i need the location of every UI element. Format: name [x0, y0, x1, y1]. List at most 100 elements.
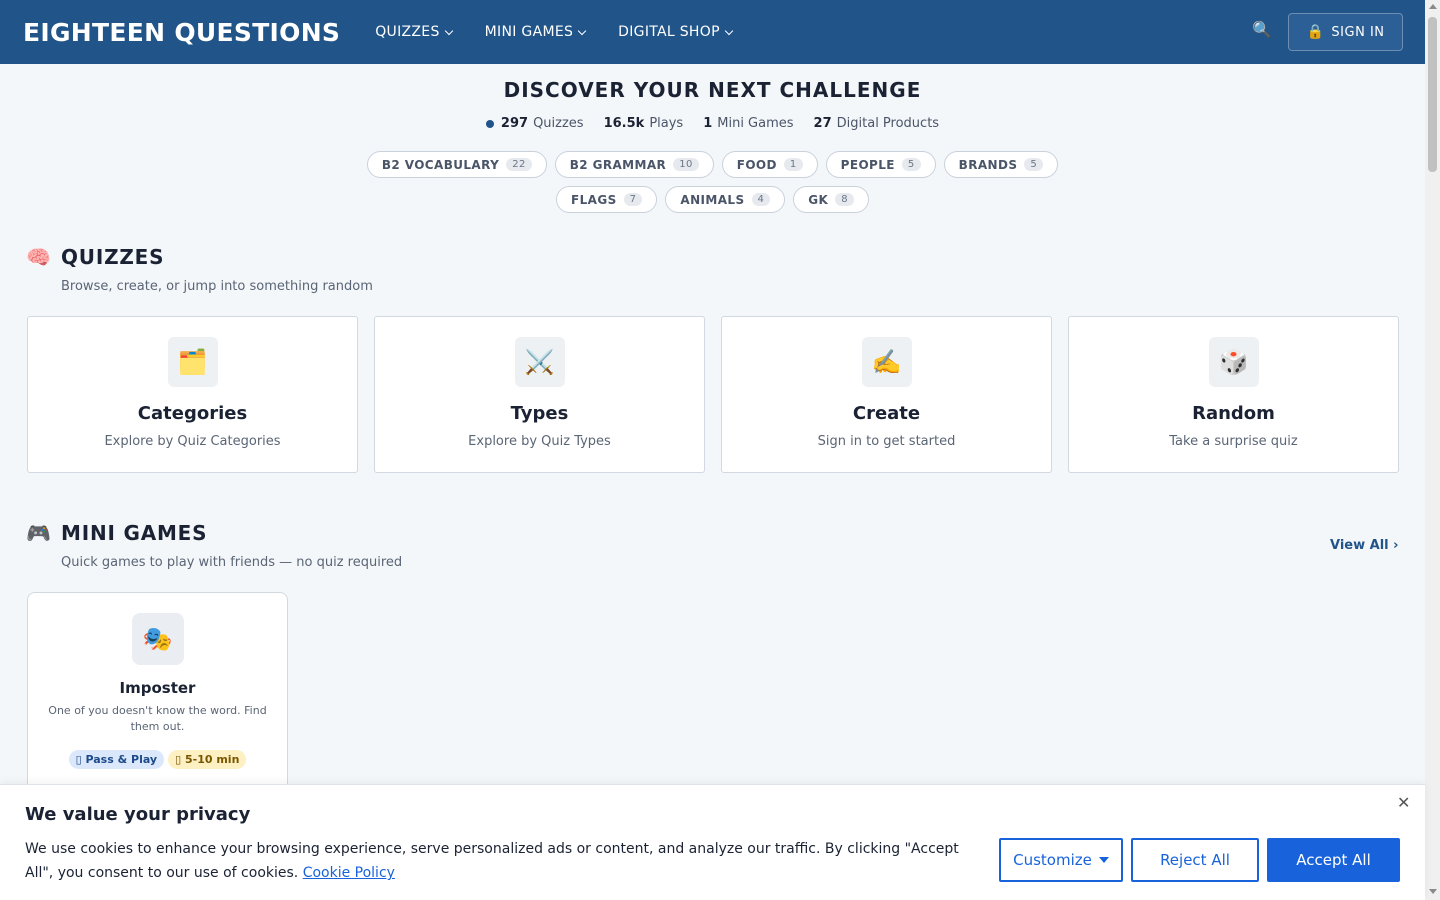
chip-label: BRANDS: [958, 157, 1018, 172]
card-description: Explore by Quiz Categories: [104, 434, 281, 449]
chip-food[interactable]: FOOD 1: [721, 151, 818, 178]
sign-in-button[interactable]: 🔒 SIGN IN: [1288, 13, 1403, 51]
cookie-message-text: We use cookies to enhance your browsing …: [25, 841, 959, 881]
top-navbar: EIGHTEEN QUESTIONS QUIZZES MINI GAMES DI…: [0, 0, 1425, 64]
site-logo[interactable]: EIGHTEEN QUESTIONS: [23, 18, 340, 47]
stat-label: Plays: [649, 116, 684, 131]
card-categories[interactable]: 🗂️ Categories Explore by Quiz Categories: [27, 316, 358, 473]
nav-quizzes-label: QUIZZES: [375, 24, 440, 40]
site-stats: 297 Quizzes 16.5k Plays 1 Mini Games 27 Digi…: [0, 116, 1425, 131]
stat-value: 16.5k: [603, 116, 645, 131]
customize-button[interactable]: Customize: [999, 838, 1123, 882]
scroll-thumb[interactable]: [1428, 17, 1437, 172]
game-title: Imposter: [119, 679, 196, 697]
chip-label: B2 VOCABULARY: [381, 157, 500, 172]
chevron-down-icon: [444, 26, 453, 35]
main-nav: QUIZZES MINI GAMES DIGITAL SHOP: [375, 24, 765, 40]
nav-mini-games-label: MINI GAMES: [484, 24, 574, 40]
gamepad-icon: 🎮: [26, 521, 51, 545]
sign-in-label: SIGN IN: [1331, 24, 1385, 40]
chip-label: GK: [808, 192, 829, 207]
chip-brands[interactable]: BRANDS 5: [943, 151, 1059, 178]
chip-count-badge: 22: [506, 158, 532, 171]
nav-mini-games[interactable]: MINI GAMES: [484, 24, 587, 40]
chip-count-badge: 1: [783, 158, 803, 171]
stat-digital-products: 27 Digital Products: [814, 116, 940, 131]
section-title-mini-games: MINI GAMES: [61, 521, 208, 545]
page-scrollbar[interactable]: [1425, 0, 1440, 900]
chip-count-badge: 7: [623, 193, 643, 206]
crossed-swords-icon: ⚔️: [514, 337, 565, 387]
card-types[interactable]: ⚔️ Types Explore by Quiz Types: [374, 316, 705, 473]
section-subtitle-quizzes: Browse, create, or jump into something r…: [61, 279, 373, 294]
category-chips-row-1: B2 VOCABULARY 22 B2 GRAMMAR 10 FOOD 1 PEOPL…: [0, 151, 1425, 178]
stat-mini-games: 1 Mini Games: [703, 116, 793, 131]
folder-icon: 🗂️: [167, 337, 218, 387]
close-icon[interactable]: ✕: [1397, 793, 1410, 812]
chip-label: ANIMALS: [680, 192, 745, 207]
chip-count-badge: 8: [835, 193, 854, 206]
view-all-link[interactable]: View All ›: [1330, 538, 1399, 553]
game-tags: ▯ Pass & Play ▯ 5-10 min: [28, 750, 287, 769]
card-title: Random: [1192, 403, 1275, 424]
chip-label: PEOPLE: [840, 157, 895, 172]
brain-icon: 🧠: [26, 245, 51, 269]
tag-label: Pass & Play: [85, 753, 158, 766]
tag-label: 5-10 min: [184, 753, 240, 766]
section-title-quizzes: QUIZZES: [61, 245, 165, 269]
stat-label: Digital Products: [836, 116, 940, 131]
theater-masks-icon: 🎭: [131, 613, 184, 665]
chip-flags[interactable]: FLAGS 7: [556, 186, 658, 213]
card-title: Types: [510, 403, 569, 424]
card-description: Take a surprise quiz: [1169, 434, 1298, 449]
stat-label: Mini Games: [717, 116, 794, 131]
stat-quizzes: 297 Quizzes: [485, 116, 584, 131]
chevron-down-icon: [724, 26, 734, 35]
search-icon[interactable]: 🔍: [1252, 20, 1274, 42]
section-subtitle-mini-games: Quick games to play with friends — no qu…: [61, 555, 403, 570]
hero-title: DISCOVER YOUR NEXT CHALLENGE: [503, 78, 922, 102]
stat-value: 1: [703, 116, 713, 131]
stat-label: Quizzes: [533, 116, 584, 131]
chip-b2-vocabulary[interactable]: B2 VOCABULARY 22: [366, 151, 547, 178]
chip-animals[interactable]: ANIMALS 4: [665, 186, 786, 213]
card-random[interactable]: 🎲 Random Take a surprise quiz: [1068, 316, 1399, 473]
nav-quizzes[interactable]: QUIZZES: [375, 24, 453, 40]
scroll-down-arrow-icon[interactable]: [1429, 889, 1437, 894]
game-description: One of you doesn't know the word. Find t…: [48, 704, 267, 733]
chip-label: FLAGS: [571, 192, 617, 207]
chip-label: FOOD: [736, 157, 777, 172]
lock-icon: 🔒: [1306, 24, 1325, 40]
customize-label: Customize: [1013, 851, 1092, 869]
chip-b2-grammar[interactable]: B2 GRAMMAR 10: [554, 151, 714, 178]
card-description: Sign in to get started: [817, 434, 956, 449]
chip-label: B2 GRAMMAR: [569, 157, 667, 172]
card-title: Create: [852, 403, 921, 424]
card-description: Explore by Quiz Types: [468, 434, 611, 449]
cookie-message: We use cookies to enhance your browsing …: [25, 837, 975, 885]
chip-count-badge: 5: [1024, 158, 1044, 171]
chip-count-badge: 4: [751, 193, 771, 206]
chip-count-badge: 10: [673, 158, 699, 171]
cookie-policy-link[interactable]: Cookie Policy: [303, 865, 395, 881]
reject-all-button[interactable]: Reject All: [1131, 838, 1259, 882]
stat-plays: 16.5k Plays: [604, 116, 684, 131]
card-create[interactable]: ✍️ Create Sign in to get started: [721, 316, 1052, 473]
game-card-imposter[interactable]: 🎭 Imposter One of you doesn't know the w…: [27, 592, 288, 792]
category-chips-row-2: FLAGS 7 ANIMALS 4 GK 8: [0, 186, 1425, 213]
tag-duration: ▯ 5-10 min: [168, 750, 247, 769]
tag-pass-and-play: ▯ Pass & Play: [68, 750, 165, 769]
status-dot-icon: [485, 119, 494, 128]
caret-down-icon: [1098, 857, 1109, 863]
nav-digital-shop[interactable]: DIGITAL SHOP: [618, 24, 734, 40]
chip-gk[interactable]: GK 8: [793, 186, 869, 213]
chip-people[interactable]: PEOPLE 5: [825, 151, 936, 178]
chevron-down-icon: [577, 26, 587, 35]
card-title: Categories: [137, 403, 248, 424]
scroll-up-arrow-icon[interactable]: [1429, 4, 1437, 9]
cookie-banner: We value your privacy We use cookies to …: [0, 784, 1425, 900]
chip-count-badge: 5: [901, 158, 921, 171]
dice-icon: 🎲: [1208, 337, 1259, 387]
accept-all-button[interactable]: Accept All: [1267, 838, 1400, 882]
cookie-title: We value your privacy: [25, 804, 251, 825]
